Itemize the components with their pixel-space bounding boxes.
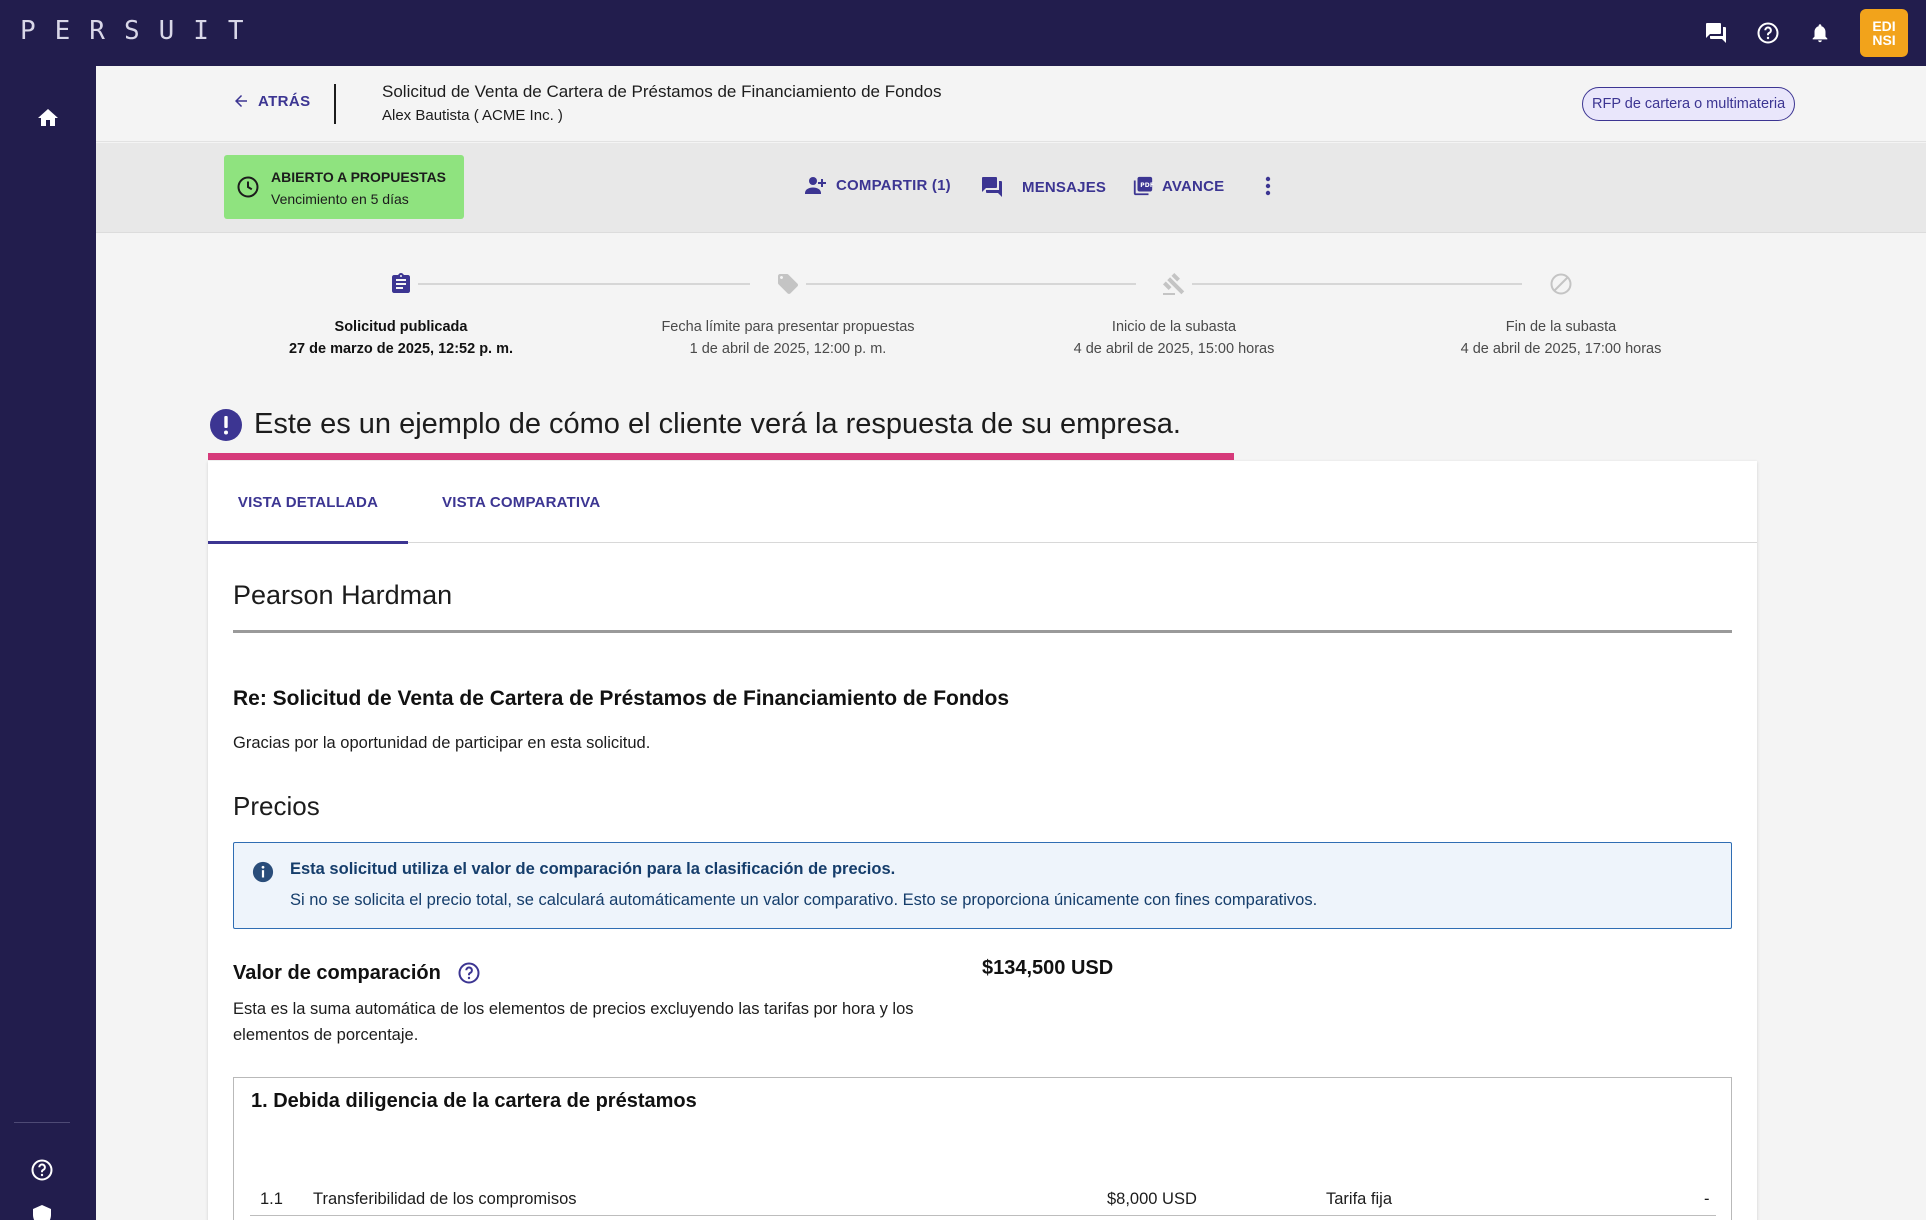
chat-icon bbox=[982, 177, 1002, 197]
shield-icon[interactable] bbox=[30, 1204, 54, 1220]
persuit-logo[interactable]: PERSUIT bbox=[20, 16, 263, 46]
pricing-section: 1. Debida diligencia de la cartera de pr… bbox=[233, 1077, 1732, 1220]
timeline-step-date: 1 de abril de 2025, 12:00 p. m. bbox=[689, 341, 887, 357]
block-icon bbox=[1547, 270, 1575, 298]
info-icon bbox=[252, 861, 274, 883]
table-row: 1.1 Transferibilidad de los compromisos … bbox=[250, 1186, 1716, 1216]
tab-detailed-view[interactable]: VISTA DETALLADA bbox=[208, 461, 408, 544]
home-icon[interactable] bbox=[30, 100, 66, 136]
preview-notice-text: Este es un ejemplo de cómo el cliente ve… bbox=[254, 408, 1181, 440]
timeline: Solicitud publicada 27 de marzo de 2025,… bbox=[96, 234, 1926, 374]
comparison-description: Esta es la suma automática de los elemen… bbox=[233, 1000, 914, 1044]
person-add-icon bbox=[805, 177, 826, 194]
request-owner: Alex Bautista ( ACME Inc. ) bbox=[382, 107, 563, 124]
timeline-step: Inicio de la subasta 4 de abril de 2025,… bbox=[1004, 316, 1344, 360]
back-label: ATRÁS bbox=[258, 92, 311, 110]
chat-icon[interactable] bbox=[1704, 21, 1728, 45]
tab-comparative-view[interactable]: VISTA COMPARATIVA bbox=[442, 461, 600, 543]
row-amount: $8,000 USD bbox=[1107, 1190, 1197, 1208]
response-subject: Re: Solicitud de Venta de Cartera de Pré… bbox=[233, 687, 1010, 710]
row-fee-type: Tarifa fija bbox=[1326, 1190, 1393, 1208]
response-card: VISTA DETALLADA VISTA COMPARATIVA Pearso… bbox=[208, 461, 1757, 1220]
messages-label: MENSAJES bbox=[1022, 178, 1107, 196]
timeline-step: Fecha límite para presentar propuestas 1… bbox=[618, 316, 958, 360]
status-badge: ABIERTO A PROPUESTAS Vencimiento en 5 dí… bbox=[224, 155, 464, 219]
status-deadline: Vencimiento en 5 días bbox=[271, 191, 409, 207]
timeline-connector bbox=[418, 283, 750, 285]
alert-icon bbox=[210, 408, 242, 441]
clipboard-icon bbox=[387, 270, 415, 298]
sidebar-help-icon[interactable] bbox=[28, 1156, 56, 1184]
top-bar: PERSUIT EDI NSI bbox=[0, 0, 1926, 66]
firm-name: Pearson Hardman bbox=[233, 580, 453, 610]
info-title: Esta solicitud utiliza el valor de compa… bbox=[290, 860, 896, 878]
section-title: 1. Debida diligencia de la cartera de pr… bbox=[251, 1090, 697, 1112]
help-icon[interactable] bbox=[1756, 21, 1780, 45]
notice-underline bbox=[208, 453, 1234, 460]
sidebar bbox=[0, 66, 96, 1220]
row-name: Transferibilidad de los compromisos bbox=[313, 1190, 577, 1208]
tag-icon bbox=[774, 270, 802, 298]
view-tabs: VISTA DETALLADA VISTA COMPARATIVA bbox=[208, 461, 1757, 544]
timeline-step-date: 4 de abril de 2025, 15:00 horas bbox=[1073, 341, 1275, 357]
timeline-step-label: Solicitud publicada bbox=[334, 319, 468, 335]
header-separator bbox=[334, 84, 336, 124]
more-vert-icon[interactable] bbox=[1260, 173, 1276, 199]
comparison-label: Valor de comparación bbox=[233, 961, 441, 984]
timeline-step-label: Inicio de la subasta bbox=[1111, 319, 1237, 335]
timeline-step-date: 4 de abril de 2025, 17:00 horas bbox=[1460, 341, 1662, 357]
timeline-step: Solicitud publicada 27 de marzo de 2025,… bbox=[231, 316, 571, 360]
arrow-left-icon bbox=[235, 95, 247, 107]
messages-button[interactable]: MENSAJES bbox=[980, 175, 1106, 199]
share-label: COMPARTIR (1) bbox=[836, 176, 951, 194]
timeline-step-label: Fin de la subasta bbox=[1505, 319, 1617, 335]
pricing-heading: Precios bbox=[233, 791, 320, 821]
bell-icon[interactable] bbox=[1808, 21, 1832, 45]
avatar[interactable]: EDI NSI bbox=[1860, 9, 1908, 57]
status-title: ABIERTO A PROPUESTAS bbox=[271, 169, 447, 185]
top-icons: EDI NSI bbox=[1676, 9, 1908, 57]
preview-button[interactable]: PDF AVANCE bbox=[1132, 175, 1224, 197]
request-header: ATRÁS Solicitud de Venta de Cartera de P… bbox=[96, 66, 1926, 142]
timeline-connector bbox=[1192, 283, 1522, 285]
svg-text:PDF: PDF bbox=[1140, 182, 1154, 189]
response-intro: Gracias por la oportunidad de participar… bbox=[233, 734, 651, 752]
pdf-icon: PDF bbox=[1133, 176, 1154, 196]
help-icon[interactable] bbox=[457, 961, 481, 985]
back-button[interactable]: ATRÁS bbox=[232, 92, 311, 110]
divider bbox=[233, 630, 1732, 633]
gavel-icon bbox=[1160, 270, 1188, 298]
info-text: Si no se solicita el precio total, se ca… bbox=[290, 891, 1318, 909]
timeline-connector bbox=[806, 283, 1136, 285]
preview-label: AVANCE bbox=[1162, 177, 1225, 195]
action-bar: ABIERTO A PROPUESTAS Vencimiento en 5 dí… bbox=[96, 143, 1926, 233]
info-alert: Esta solicitud utiliza el valor de compa… bbox=[233, 842, 1732, 929]
rfp-type-pill[interactable]: RFP de cartera o multimateria bbox=[1582, 87, 1796, 121]
request-title: Solicitud de Venta de Cartera de Préstam… bbox=[382, 82, 942, 101]
timeline-step: Fin de la subasta 4 de abril de 2025, 17… bbox=[1391, 316, 1731, 360]
comparison-value-heading: Valor de comparación bbox=[233, 961, 481, 985]
preview-notice: Este es un ejemplo de cómo el cliente ve… bbox=[210, 408, 1181, 441]
clock-icon bbox=[237, 176, 259, 198]
row-number: 1.1 bbox=[260, 1190, 283, 1208]
share-button[interactable]: COMPARTIR (1) bbox=[804, 175, 951, 195]
sidebar-divider bbox=[14, 1122, 70, 1123]
row-extra: - bbox=[1704, 1190, 1710, 1208]
comparison-value: $134,500 USD bbox=[982, 957, 1114, 979]
timeline-step-label: Fecha límite para presentar propuestas bbox=[661, 319, 915, 335]
timeline-step-date: 27 de marzo de 2025, 12:52 p. m. bbox=[288, 341, 514, 357]
